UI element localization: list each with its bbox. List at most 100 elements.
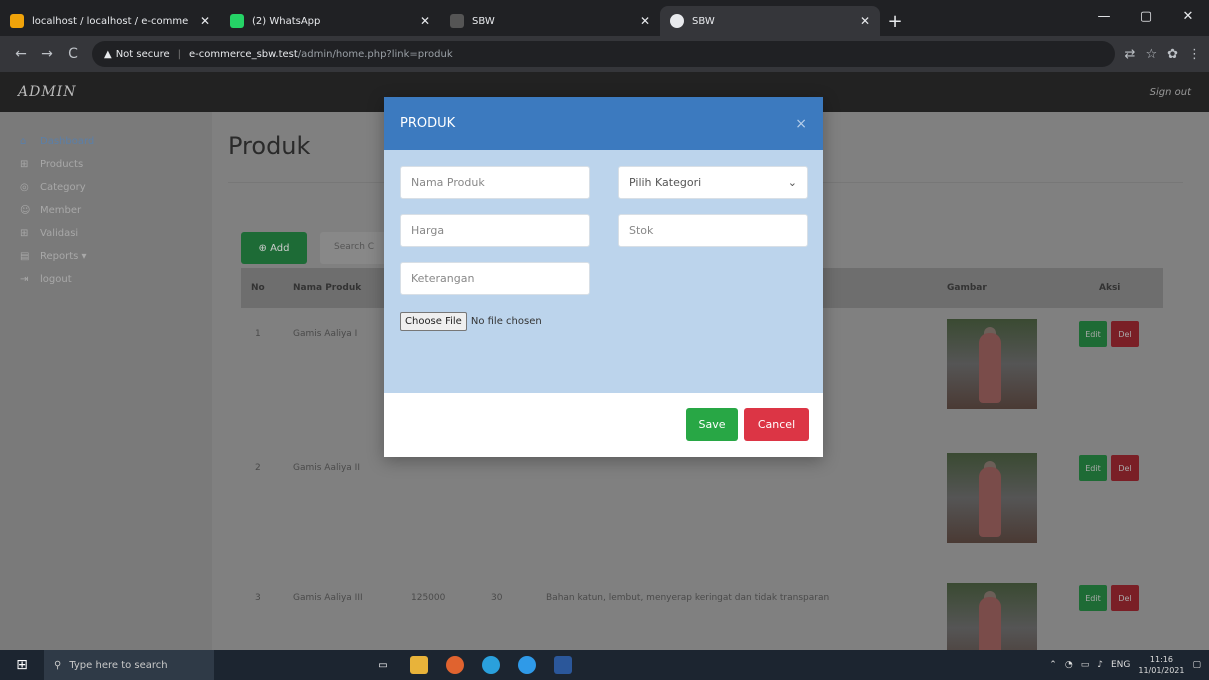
cell-nama: Gamis Aaliya II xyxy=(293,463,360,473)
minimize-button[interactable]: — xyxy=(1083,0,1125,32)
sidebar-item-dashboard[interactable]: ⌂ Dashboard xyxy=(0,130,212,153)
back-icon[interactable]: ← xyxy=(8,46,34,62)
browser-tabbar: localhost / localhost / e-comme ✕ (2) Wh… xyxy=(0,0,1209,36)
tab-title: SBW xyxy=(472,15,495,27)
chevron-up-icon[interactable]: ⌃ xyxy=(1049,660,1057,670)
nama-produk-input[interactable]: Nama Produk xyxy=(400,166,590,199)
page-title: Produk xyxy=(228,132,311,160)
reload-icon[interactable]: C xyxy=(60,46,86,62)
delete-button[interactable]: Del xyxy=(1111,455,1139,481)
clock[interactable]: 11:16 11/01/2021 xyxy=(1138,654,1184,676)
modal-header: PRODUK × xyxy=(384,97,823,150)
notification-icon[interactable]: ▢ xyxy=(1192,660,1201,670)
file-explorer-icon[interactable] xyxy=(410,656,428,674)
close-tab-icon[interactable]: ✕ xyxy=(420,14,430,28)
harga-input[interactable]: Harga xyxy=(400,214,590,247)
edit-button[interactable]: Edit xyxy=(1079,585,1107,611)
cell-keterangan: Bahan katun, lembut, menyerap keringat d… xyxy=(546,593,830,603)
modal-footer: Save Cancel xyxy=(384,393,823,457)
translate-icon[interactable]: ⇄ xyxy=(1125,47,1136,62)
toolbar-right: ⇄ ☆ ✿ ⋮ xyxy=(1125,47,1201,62)
column-header-nama: Nama Produk xyxy=(293,283,362,293)
sidebar-item-validasi[interactable]: ⊞ Validasi xyxy=(0,222,212,245)
warning-icon: ▲ xyxy=(104,48,112,60)
kategori-select[interactable]: Pilih Kategori ⌄ xyxy=(618,166,808,199)
address-separator: | xyxy=(177,48,182,60)
brand-logo[interactable]: ADMIN xyxy=(18,84,76,100)
tab-title: localhost / localhost / e-comme xyxy=(32,15,189,27)
task-view-icon[interactable]: ▭ xyxy=(374,656,392,674)
close-tab-icon[interactable]: ✕ xyxy=(200,14,210,28)
battery-icon[interactable]: ▭ xyxy=(1081,660,1090,670)
edit-button[interactable]: Edit xyxy=(1079,321,1107,347)
close-window-button[interactable]: ✕ xyxy=(1167,0,1209,32)
sidebar-item-category[interactable]: ◎ Category xyxy=(0,176,212,199)
delete-button[interactable]: Del xyxy=(1111,585,1139,611)
product-image xyxy=(947,453,1037,543)
new-tab-button[interactable]: + xyxy=(880,6,910,36)
phpmyadmin-icon xyxy=(10,14,24,28)
extensions-icon[interactable]: ✿ xyxy=(1167,47,1178,62)
sidebar-item-label: Dashboard xyxy=(40,136,95,147)
close-tab-icon[interactable]: ✕ xyxy=(860,14,870,28)
column-header-gambar: Gambar xyxy=(947,283,987,293)
window-controls: — ▢ ✕ xyxy=(1083,0,1209,32)
delete-button[interactable]: Del xyxy=(1111,321,1139,347)
cell-stok: 30 xyxy=(491,593,503,603)
browser-tab-whatsapp[interactable]: (2) WhatsApp ✕ xyxy=(220,6,440,36)
sidebar-item-logout[interactable]: ⇥ logout xyxy=(0,268,212,291)
loading-icon xyxy=(450,14,464,28)
address-bar[interactable]: ▲ Not secure | e-commerce_sbw.test /admi… xyxy=(92,41,1115,67)
table-row: 2 Gamis Aaliya II Edit Del xyxy=(241,453,1163,583)
stok-input[interactable]: Stok xyxy=(618,214,808,247)
close-icon[interactable]: × xyxy=(795,116,807,132)
sidebar-item-member[interactable]: ☺ Member xyxy=(0,199,212,222)
browser-toolbar: ← → C ▲ Not secure | e-commerce_sbw.test… xyxy=(0,36,1209,72)
forward-icon[interactable]: → xyxy=(34,46,60,62)
home-icon: ⌂ xyxy=(20,136,27,147)
chrome-icon[interactable] xyxy=(482,656,500,674)
column-header-no: No xyxy=(251,283,265,293)
close-tab-icon[interactable]: ✕ xyxy=(640,14,650,28)
product-image xyxy=(947,319,1037,409)
taskbar-search[interactable]: ⚲ Type here to search xyxy=(44,650,214,680)
choose-file-button[interactable]: Choose File xyxy=(400,312,467,331)
sidebar-item-label: Member xyxy=(40,205,82,216)
edit-button[interactable]: Edit xyxy=(1079,455,1107,481)
windows-start-icon[interactable]: ⊞ xyxy=(0,650,44,680)
sidebar-item-reports[interactable]: ▤ Reports ▾ xyxy=(0,245,212,268)
edge-icon[interactable] xyxy=(518,656,536,674)
keterangan-input[interactable]: Keterangan xyxy=(400,262,590,295)
chevron-down-icon: ⌄ xyxy=(787,176,797,189)
clock-time: 11:16 xyxy=(1149,655,1173,664)
maximize-button[interactable]: ▢ xyxy=(1125,0,1167,32)
save-button[interactable]: Save xyxy=(686,408,738,441)
cancel-button[interactable]: Cancel xyxy=(744,408,809,441)
browser-tab-sbw-1[interactable]: SBW ✕ xyxy=(440,6,660,36)
sidebar-item-label: Category xyxy=(40,182,86,193)
language-indicator[interactable]: ENG xyxy=(1111,660,1130,670)
signout-link[interactable]: Sign out xyxy=(1150,87,1191,98)
sidebar-item-label: Validasi xyxy=(40,228,79,239)
bookmark-star-icon[interactable]: ☆ xyxy=(1145,47,1157,62)
taskbar-apps: ▭ xyxy=(374,650,572,680)
document-icon: ▤ xyxy=(20,251,30,262)
browser-tab-sbw-2[interactable]: SBW ✕ xyxy=(660,6,880,36)
cart-icon: ⊞ xyxy=(20,228,29,239)
menu-icon[interactable]: ⋮ xyxy=(1188,47,1201,62)
volume-icon[interactable]: ♪ xyxy=(1097,660,1103,670)
windows-taskbar: ⊞ ⚲ Type here to search ▭ ⌃ ◔ ▭ ♪ ENG 11… xyxy=(0,650,1209,680)
whatsapp-icon xyxy=(230,14,244,28)
network-icon[interactable]: ◔ xyxy=(1065,660,1073,670)
browser-tab-phpmyadmin[interactable]: localhost / localhost / e-comme ✕ xyxy=(0,6,220,36)
app-icon[interactable] xyxy=(446,656,464,674)
add-product-button[interactable]: ⊕ Add xyxy=(241,232,307,264)
file-status: No file chosen xyxy=(470,316,542,327)
security-label: Not secure xyxy=(115,48,170,60)
sidebar: ⌂ Dashboard ⊞ Products ◎ Category ☺ Memb… xyxy=(0,112,212,650)
sidebar-item-products[interactable]: ⊞ Products xyxy=(0,153,212,176)
word-icon[interactable] xyxy=(554,656,572,674)
file-upload: Choose File No file chosen xyxy=(400,312,542,331)
kategori-selected: Pilih Kategori xyxy=(629,176,702,189)
sidebar-item-label: Reports ▾ xyxy=(40,251,87,262)
